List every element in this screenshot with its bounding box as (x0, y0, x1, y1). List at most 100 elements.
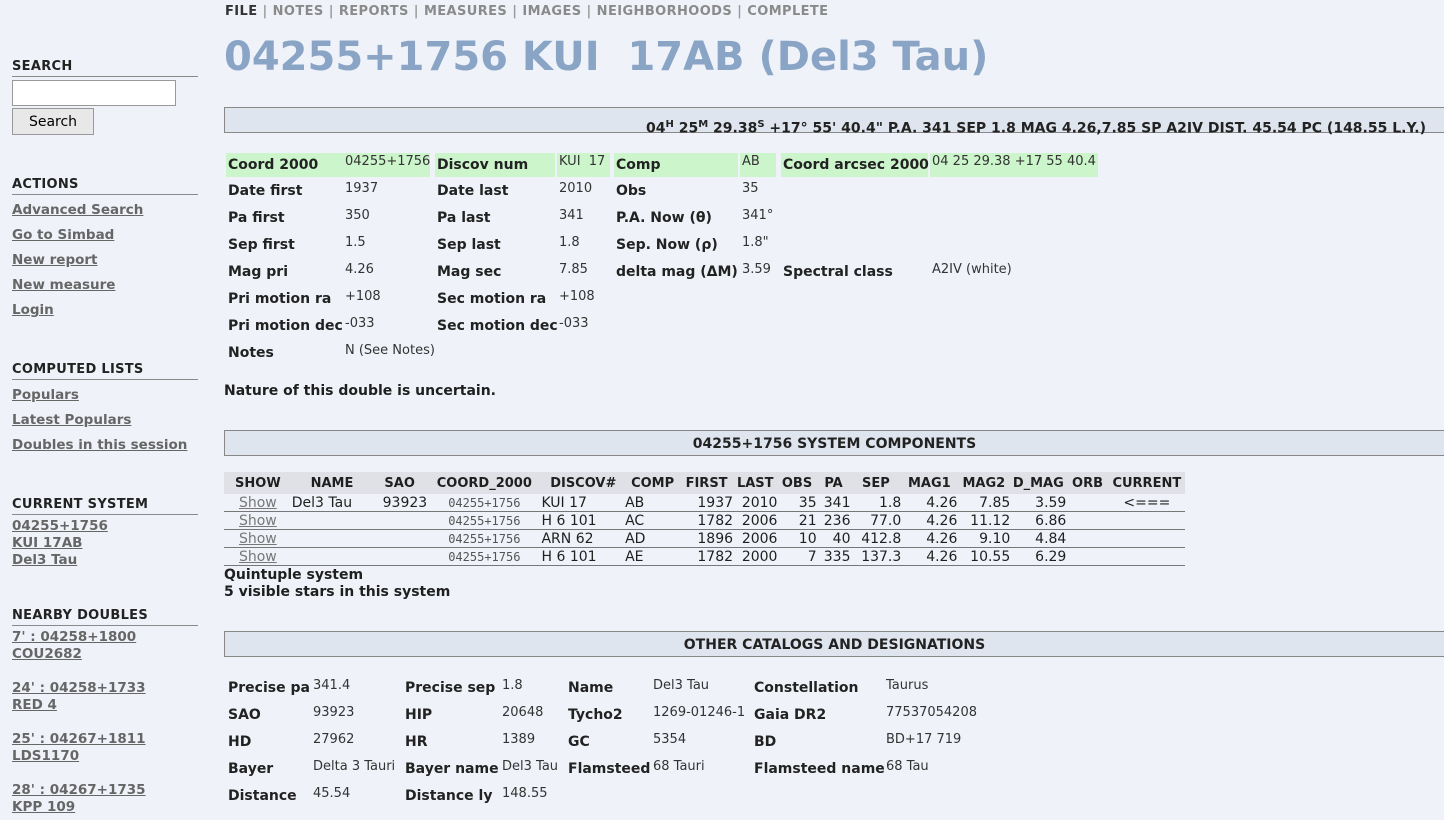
hr-label: HR (405, 734, 428, 750)
first: 1937 (697, 494, 734, 511)
nearby-double-link[interactable]: COU2682 (12, 646, 82, 662)
nav-images[interactable]: IMAGES (522, 4, 581, 19)
coordinates-summary-bar: 04H 25M 29.38S +17° 55' 40.4" P.A. 341 S… (224, 107, 1444, 137)
page-title: 04255+1756 KUI 17AB (Del3 Tau) (224, 34, 989, 80)
nav-separator: | (413, 4, 419, 19)
sec-motion-dec-label: Sec motion dec (437, 318, 558, 334)
date-last-value: 2010 (559, 181, 593, 196)
nav-neighborhoods[interactable]: NEIGHBORHOODS (597, 4, 732, 19)
nearby-double-link[interactable]: RED 4 (12, 697, 57, 713)
column-header[interactable]: NAME (291, 472, 373, 494)
nav-file[interactable]: FILE (225, 4, 257, 19)
show-link-cell: Show (224, 494, 292, 512)
sep: 137.3 (861, 548, 902, 565)
show-link[interactable]: Show (239, 495, 277, 511)
obs-cell: 7 (777, 547, 817, 566)
nav-notes[interactable]: NOTES (273, 4, 324, 19)
search-button[interactable]: Search (12, 108, 94, 135)
comp-cell: AC (625, 511, 681, 530)
system-summary: Quintuple system 5 visible stars in this… (224, 567, 450, 601)
nearby-double-link[interactable]: 7' : 04258+1800 (12, 629, 136, 645)
ra-minutes-unit: M (698, 119, 709, 130)
latest-populars-link[interactable]: Latest Populars (12, 412, 131, 428)
date-first-value: 1937 (345, 181, 379, 196)
pa-now-value: 341° (742, 208, 774, 223)
column-header[interactable]: DISCOV# (541, 472, 626, 494)
sao-cell: 93923 (372, 494, 428, 512)
column-header[interactable]: COORD_2000 (427, 472, 542, 494)
column-header[interactable]: SAO (372, 472, 428, 494)
column-header[interactable]: D_MAG (1010, 472, 1067, 494)
bayer-value: Delta 3 Tauri (313, 759, 396, 774)
visible-stars-count: 5 visible stars in this system (224, 584, 451, 600)
column-header[interactable]: CURRENT (1108, 472, 1185, 494)
column-header[interactable]: SHOW (224, 472, 292, 494)
show-link[interactable]: Show (239, 531, 277, 547)
current-system-coord-link[interactable]: 04255+1756 (12, 518, 108, 534)
nav-reports[interactable]: REPORTS (339, 4, 409, 19)
mag-sec-label: Mag sec (437, 264, 502, 280)
bd-label: BD (754, 734, 777, 750)
components-table: SHOW NAME SAO COORD_2000 DISCOV# COMP FI… (224, 472, 1185, 566)
pa-last-value: 341 (559, 208, 584, 223)
coord-arcsec-label: Coord arcsec 2000 (781, 153, 929, 177)
nav-complete[interactable]: COMPLETE (747, 4, 828, 19)
column-header[interactable]: FIRST (680, 472, 734, 494)
advanced-search-link[interactable]: Advanced Search (12, 202, 143, 218)
current-system-discov-link[interactable]: KUI 17AB (12, 535, 82, 551)
column-header[interactable]: SEP (850, 472, 902, 494)
spectral-class-label: Spectral class (783, 264, 893, 280)
show-link-cell: Show (224, 547, 292, 566)
coord-2000-cell: 04255+1756 (427, 494, 542, 512)
nav-separator: | (586, 4, 592, 19)
notes-label: Notes (228, 345, 274, 361)
column-header[interactable]: LAST (733, 472, 778, 494)
nearby-double-link[interactable]: 28' : 04267+1735 (12, 782, 146, 798)
column-header[interactable]: OBS (777, 472, 817, 494)
sao-cell (372, 529, 428, 548)
go-to-simbad-link[interactable]: Go to Simbad (12, 227, 114, 243)
column-header[interactable]: ORB (1066, 472, 1109, 494)
flamsteed-label: Flamsteed (568, 761, 651, 777)
nearby-double-link[interactable]: 25' : 04267+1811 (12, 731, 146, 747)
flamsteed-name-value: 68 Tau (886, 759, 929, 774)
show-link[interactable]: Show (239, 549, 277, 565)
current-system-name-link[interactable]: Del3 Tau (12, 552, 77, 568)
pa-last-label: Pa last (437, 210, 491, 226)
discov-num: KUI 17 (541, 494, 587, 511)
mag2: 11.12 (970, 512, 1011, 529)
coord-2000-cell: 04255+1756 (427, 529, 542, 548)
search-input[interactable] (12, 80, 176, 106)
column-header[interactable]: MAG2 (957, 472, 1011, 494)
coord-2000-label: Coord 2000 (226, 153, 343, 177)
last-cell: 2010 (733, 494, 778, 512)
new-measure-link[interactable]: New measure (12, 277, 115, 293)
column-header[interactable]: PA (816, 472, 851, 494)
login-link[interactable]: Login (12, 302, 54, 318)
precise-pa-value: 341.4 (313, 678, 351, 693)
column-header[interactable]: MAG1 (901, 472, 958, 494)
nearby-double-link[interactable]: KPP 109 (12, 799, 75, 815)
populars-link[interactable]: Populars (12, 387, 79, 403)
column-header[interactable]: COMP (625, 472, 681, 494)
mag2-cell: 11.12 (957, 511, 1011, 530)
show-link[interactable]: Show (239, 513, 277, 529)
name-value: Del3 Tau (653, 678, 710, 693)
last: 2000 (741, 548, 778, 565)
first-cell: 1937 (680, 494, 734, 512)
sep-first-label: Sep first (228, 237, 295, 253)
nearby-double-link[interactable]: LDS1170 (12, 748, 79, 764)
pa-cell: 341 (816, 494, 851, 512)
new-report-link[interactable]: New report (12, 252, 98, 268)
sec-motion-ra-label: Sec motion ra (437, 291, 547, 307)
nav-measures[interactable]: MEASURES (424, 4, 507, 19)
mag2-cell: 9.10 (957, 529, 1011, 548)
pa: 341 (823, 494, 851, 511)
component-row: Show Del3 Tau 93923 04255+1756 KUI 17 AB 1937 2… (224, 494, 1185, 512)
obs-cell: 35 (777, 494, 817, 512)
flamsteed-value: 68 Tauri (653, 759, 705, 774)
doubles-in-session-link[interactable]: Doubles in this session (12, 437, 187, 453)
nearby-double-link[interactable]: 24' : 04258+1733 (12, 680, 146, 696)
hr-value: 1389 (502, 732, 536, 747)
current-marker-cell (1108, 511, 1185, 530)
